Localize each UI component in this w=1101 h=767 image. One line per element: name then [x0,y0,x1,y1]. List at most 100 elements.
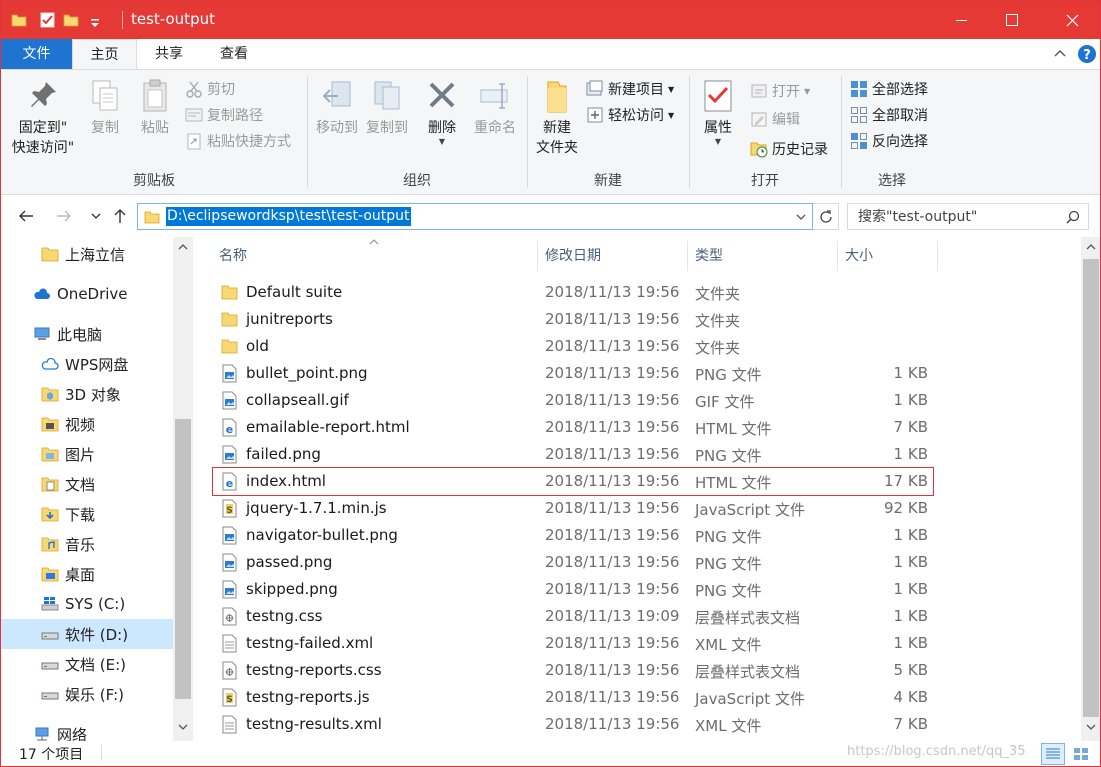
file-modified-date: 2018/11/13 19:56 [545,445,680,463]
nav-item[interactable]: 上海立信 [1,239,173,269]
nav-item-3d-objects[interactable]: 3D 对象 [1,379,173,409]
nav-item-downloads[interactable]: 下载 [1,499,173,529]
rename-button[interactable]: 重命名 [468,78,522,138]
nav-item-this-pc[interactable]: 此电脑 [1,319,173,349]
file-row[interactable]: collapseall.gif 2018/11/13 19:56 GIF 文件 1 K… [213,387,933,414]
column-header-size[interactable]: 大小 [837,237,937,275]
file-row[interactable]: skipped.png 2018/11/13 19:56 PNG 文件 1 KB [213,576,933,603]
tab-file[interactable]: 文件 [1,39,72,69]
pin-quick-access-button[interactable]: 固定到" 快速访问" [7,78,79,158]
select-all-button[interactable]: 全部选择 [850,78,928,100]
file-row[interactable]: testng-failed.xml 2018/11/13 19:56 XML 文件 1… [213,630,933,657]
scroll-down-icon[interactable] [178,723,188,731]
paste-shortcut-button[interactable]: 粘贴快捷方式 [185,130,291,152]
file-row[interactable]: testng-reports.css 2018/11/13 19:56 层叠样式表文… [213,657,933,684]
file-row[interactable]: Stestng-reports.js 2018/11/13 19:56 JavaSc… [213,684,933,711]
nav-pane-scrollbar[interactable] [173,237,193,741]
properties-quick-icon[interactable] [39,10,57,30]
nav-item-desktop[interactable]: 桌面 [1,559,173,589]
file-name: Default suite [246,283,343,301]
chevron-down-icon[interactable] [796,213,806,221]
minimize-button[interactable] [937,1,987,39]
file-row[interactable]: junitreports 2018/11/13 19:56 文件夹 [213,306,933,333]
nav-item-network[interactable]: 网络 [1,719,173,741]
maximize-button[interactable] [987,1,1037,39]
scroll-up-icon[interactable] [1086,243,1096,251]
scrollbar-thumb[interactable] [1083,259,1099,717]
column-header-type[interactable]: 类型 [687,237,837,275]
easy-access-button[interactable]: 轻松访问 ▼ [586,104,674,126]
column-divider[interactable] [937,241,938,271]
file-row[interactable]: e emailable-report.html 2018/11/13 19:56 HT… [213,414,933,441]
forward-button[interactable] [53,205,75,227]
tab-share[interactable]: 共享 [141,39,197,69]
file-row[interactable]: Sjquery-1.7.1.min.js 2018/11/13 19:56 Java… [213,495,933,522]
file-row[interactable]: passed.png 2018/11/13 19:56 PNG 文件 1 KB [213,549,933,576]
copy-to-button[interactable]: 复制到 [362,78,412,138]
file-row[interactable]: testng-results.xml 2018/11/13 19:56 XML 文件… [213,711,933,738]
refresh-button[interactable] [813,203,839,230]
copy-path-button[interactable]: 复制路径 [185,104,263,126]
up-button[interactable] [109,205,131,227]
move-to-button[interactable]: 移动到 [312,78,362,138]
delete-button[interactable]: 删除 ▼ [420,78,464,146]
scroll-up-icon[interactable] [178,243,188,251]
close-button[interactable] [1047,1,1097,39]
details-view-button[interactable] [1041,743,1065,765]
nav-item-onedrive[interactable]: OneDrive [1,279,173,309]
nav-item-videos[interactable]: 视频 [1,409,173,439]
scrollbar-thumb[interactable] [175,419,191,699]
open-icon [751,84,767,98]
address-bar[interactable]: D:\eclipsewordksp\test\test-output [137,203,813,230]
tab-home[interactable]: 主页 [72,39,137,70]
history-button[interactable]: 历史记录 [750,138,828,160]
collapse-ribbon-icon[interactable] [1053,47,1067,65]
nav-item-wps[interactable]: WPS网盘 [1,349,173,379]
file-modified-date: 2018/11/13 19:56 [545,418,680,436]
search-input[interactable] [848,204,1058,229]
address-path[interactable]: D:\eclipsewordksp\test\test-output [166,207,411,226]
copy-button[interactable]: 复制 [81,78,129,138]
file-row[interactable]: testng.css 2018/11/13 19:09 层叠样式表文档 1 KB [213,603,933,630]
nav-item-pictures[interactable]: 图片 [1,439,173,469]
tab-view[interactable]: 查看 [206,39,262,69]
search-box[interactable] [847,203,1089,230]
image-file-icon [221,526,238,545]
file-row[interactable]: old 2018/11/13 19:56 文件夹 [213,333,933,360]
search-icon[interactable] [1066,210,1080,224]
edit-button[interactable]: 编辑 [750,108,800,130]
large-icons-view-button[interactable] [1069,743,1093,765]
file-list-scrollbar[interactable] [1081,237,1100,741]
nav-item-drive-d[interactable]: 软件 (D:) [1,619,173,649]
file-name: testng-results.xml [246,715,382,733]
customize-quick-access-icon[interactable] [89,13,101,33]
file-row[interactable]: e index.html 2018/11/13 19:56 HTML 文件 17 KB [212,467,934,496]
svg-text:S: S [226,506,232,516]
nav-item-drive-f[interactable]: 娱乐 (F:) [1,679,173,709]
properties-button[interactable]: 属性 ▼ [696,78,740,146]
new-folder-button[interactable]: 新建 文件夹 [530,78,584,158]
cut-button[interactable]: 剪切 [185,78,235,100]
back-button[interactable] [15,205,37,227]
nav-item-drive-c[interactable]: SYS (C:) [1,589,173,619]
column-header-name[interactable]: 名称 [211,237,537,275]
recent-locations-button[interactable] [85,205,107,227]
file-type: 层叠样式表文档 [695,609,801,627]
nav-item-drive-e[interactable]: 文档 (E:) [1,649,173,679]
file-row[interactable]: navigator-bullet.png 2018/11/13 19:56 PNG … [213,522,933,549]
nav-item-documents[interactable]: 文档 [1,469,173,499]
invert-selection-button[interactable]: 反向选择 [850,130,928,152]
nav-item-music[interactable]: 音乐 [1,529,173,559]
file-row[interactable]: Default suite 2018/11/13 19:56 文件夹 [213,279,933,306]
file-row[interactable]: failed.png 2018/11/13 19:56 PNG 文件 1 KB [213,441,933,468]
new-folder-quick-icon[interactable] [63,10,79,30]
new-item-button[interactable]: 新建项目 ▼ [586,78,674,100]
column-header-date[interactable]: 修改日期 [537,237,687,275]
help-icon[interactable]: ? [1077,44,1097,68]
paste-button[interactable]: 粘贴 [131,78,179,138]
scroll-down-icon[interactable] [1086,723,1096,731]
file-row[interactable]: bullet_point.png 2018/11/13 19:56 PNG 文件 1 … [213,360,933,387]
select-none-button[interactable]: 全部取消 [850,104,928,126]
file-type: XML 文件 [695,717,762,735]
open-button[interactable]: 打开 ▼ [750,80,810,102]
